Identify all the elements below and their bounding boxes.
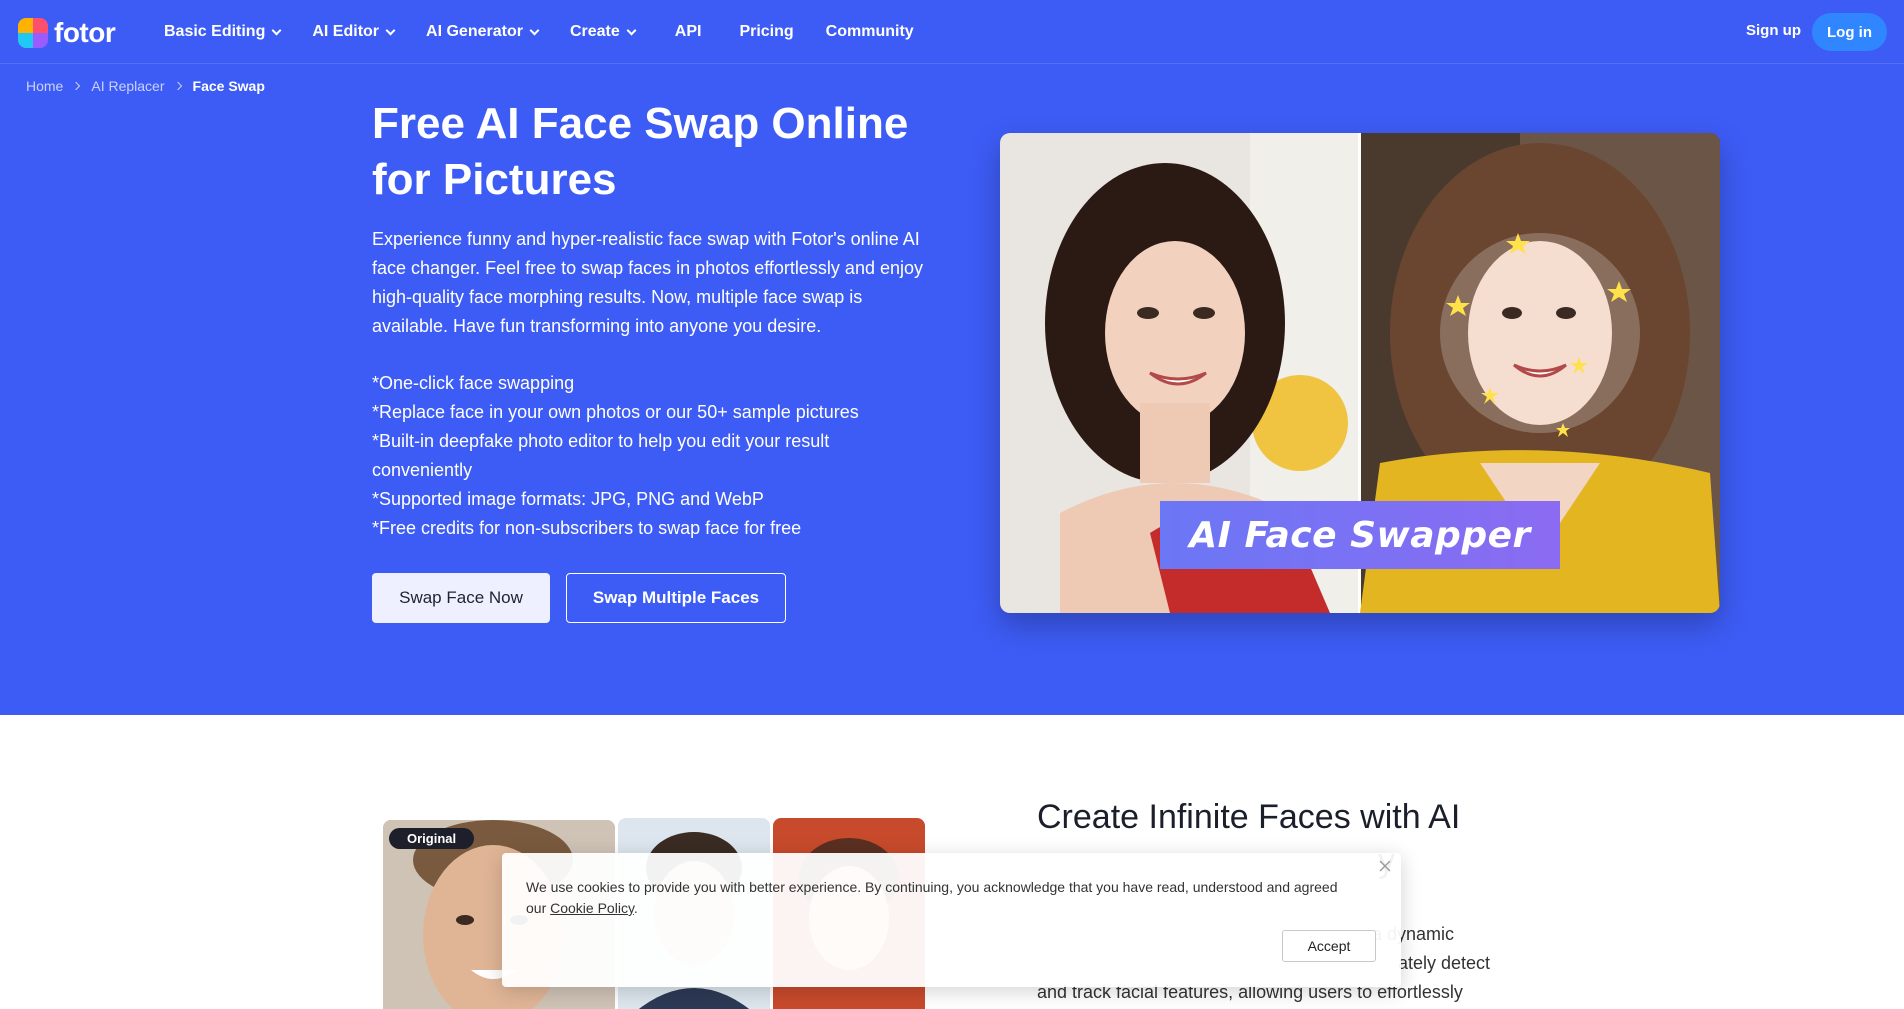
swap-multiple-faces-button[interactable]: Swap Multiple Faces: [566, 573, 786, 623]
cookie-policy-link[interactable]: Cookie Policy: [550, 900, 634, 916]
cookie-text-end: .: [633, 900, 638, 916]
hero-description: Experience funny and hyper-realistic fac…: [372, 229, 923, 336]
fotor-logo-icon: [18, 18, 48, 48]
menu-api[interactable]: API: [675, 23, 702, 41]
feature-item: *Free credits for non-subscribers to swa…: [372, 518, 802, 538]
chevron-right-icon: [72, 81, 81, 91]
menu-create[interactable]: Create: [569, 23, 637, 41]
menu-community[interactable]: Community: [826, 23, 914, 41]
menu-label: AI Editor: [312, 23, 380, 40]
cookie-message: We use cookies to provide you with bette…: [526, 877, 1356, 919]
login-button[interactable]: Log in: [1812, 13, 1887, 51]
section-title-line: Create Infinite Faces with AI: [1037, 798, 1461, 836]
breadcrumb-ai-replacer[interactable]: AI Replacer: [91, 78, 164, 94]
chevron-down-icon: [385, 25, 396, 35]
menu-basic-editing[interactable]: Basic Editing: [164, 23, 282, 41]
signup-link[interactable]: Sign up: [1746, 22, 1801, 39]
menu-label: API: [674, 23, 702, 40]
menu-label: Basic Editing: [164, 23, 266, 40]
chevron-down-icon: [529, 25, 540, 35]
feature-item: *Built-in deepfake photo editor to help …: [372, 431, 830, 480]
logo-text: fotor: [54, 17, 116, 48]
feature-item: *One-click face swapping: [372, 373, 575, 393]
breadcrumb-face-swap: Face Swap: [192, 78, 265, 94]
page-title: Free AI Face Swap Online for Pictures: [372, 99, 909, 204]
face-swap-example-image: AI Face Swapper: [1000, 133, 1720, 613]
chevron-down-icon: [271, 25, 282, 35]
menu-pricing[interactable]: Pricing: [739, 23, 793, 41]
feature-item: *Supported image formats: JPG, PNG and W…: [372, 489, 764, 509]
swap-face-now-button[interactable]: Swap Face Now: [372, 573, 550, 623]
accept-cookies-button[interactable]: Accept: [1282, 930, 1376, 962]
menu-label: Create: [569, 23, 620, 40]
menu-ai-generator[interactable]: AI Generator: [426, 23, 540, 41]
hero-section: Home AI Replacer Face Swap Free AI Face …: [0, 64, 1904, 715]
feature-item: *Replace face in your own photos or our …: [372, 402, 859, 422]
breadcrumb: Home AI Replacer Face Swap: [26, 78, 265, 94]
original-label: Original: [389, 828, 475, 849]
menu-ai-editor[interactable]: AI Editor: [312, 23, 396, 41]
breadcrumb-home[interactable]: Home: [26, 78, 63, 94]
chevron-right-icon: [173, 81, 182, 91]
menu-label: Community: [825, 23, 914, 40]
menu-label: Pricing: [739, 23, 794, 40]
cookie-banner: We use cookies to provide you with bette…: [502, 853, 1401, 987]
top-nav: fotor Basic Editing AI Editor AI Generat…: [0, 0, 1904, 64]
chevron-down-icon: [626, 25, 637, 35]
cookie-text: We use cookies to provide you with bette…: [526, 879, 1338, 916]
fotor-logo[interactable]: fotor: [18, 17, 116, 49]
feature-list: *One-click face swapping *Replace face i…: [372, 369, 932, 543]
ai-face-swapper-badge: AI Face Swapper: [1160, 501, 1560, 569]
close-icon[interactable]: [1378, 859, 1392, 873]
main-menu: Basic Editing AI Editor AI Generator Cre…: [164, 0, 946, 64]
menu-label: AI Generator: [426, 23, 523, 40]
